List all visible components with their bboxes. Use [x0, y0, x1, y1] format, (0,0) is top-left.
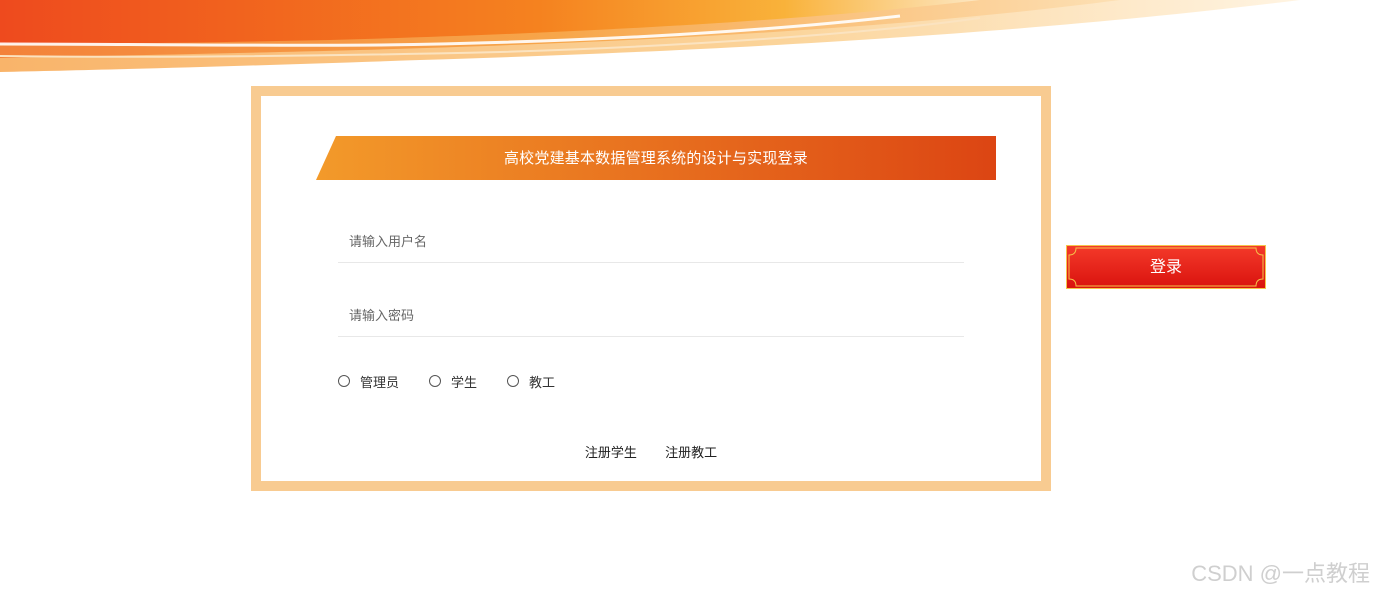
watermark: CSDN @一点教程	[1191, 561, 1370, 586]
login-button-label: 登录	[1149, 257, 1182, 276]
role-label-admin: 管理员	[360, 375, 400, 391]
register-student-link[interactable]: 注册学生	[585, 442, 637, 461]
page-title: 高校党建基本数据管理系统的设计与实现登录	[503, 149, 808, 167]
login-panel: 高校党建基本数据管理系统的设计与实现登录 管理员 学生 教工 注册学生 注册教工	[251, 86, 1051, 491]
role-label-student: 学生	[451, 375, 478, 391]
decorative-wave-banner	[0, 0, 1300, 72]
role-option-student[interactable]: 学生	[429, 372, 477, 391]
password-input[interactable]	[338, 297, 964, 337]
radio-student[interactable]	[429, 375, 442, 387]
register-staff-link[interactable]: 注册教工	[665, 442, 717, 461]
register-links: 注册学生 注册教工	[261, 442, 1041, 461]
login-button[interactable]: 登录	[1066, 245, 1266, 289]
radio-staff[interactable]	[507, 375, 520, 387]
role-option-staff[interactable]: 教工	[507, 372, 555, 391]
radio-admin[interactable]	[338, 375, 350, 387]
role-radio-group: 管理员 学生 教工	[338, 372, 585, 391]
username-input[interactable]	[338, 223, 964, 263]
role-option-admin[interactable]: 管理员	[338, 372, 399, 391]
login-page: 高校党建基本数据管理系统的设计与实现登录 管理员 学生 教工 注册学生 注册教工	[0, 0, 1375, 596]
role-label-staff: 教工	[529, 375, 556, 391]
title-banner: 高校党建基本数据管理系统的设计与实现登录	[316, 136, 996, 180]
